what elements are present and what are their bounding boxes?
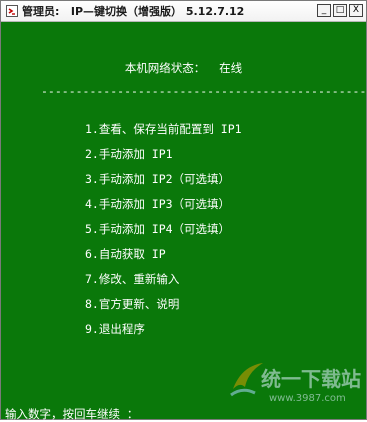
menu-item-6: 6.自动获取 IP — [85, 247, 166, 261]
title-bar[interactable]: 管理员: IP—键切换（增强版） 5.12.7.12 _ □ X — [1, 1, 366, 22]
console-output[interactable]: 本机网络状态： 在线 -----------------------------… — [1, 22, 367, 421]
maximize-button[interactable]: □ — [333, 4, 347, 17]
menu-item-2: 2.手动添加 IP1 — [85, 147, 173, 161]
window-title: 管理员: IP—键切换（增强版） 5.12.7.12 — [22, 5, 245, 18]
close-button[interactable]: X — [349, 4, 363, 17]
menu-item-5: 5.手动添加 IP4（可选填） — [85, 222, 231, 236]
menu-item-4: 4.手动添加 IP3（可选填） — [85, 197, 231, 211]
option-menu: 1.查看、保存当前配置到 IP1 2.手动添加 IP1 3.手动添加 IP2（可… — [85, 122, 242, 347]
menu-item-9: 9.退出程序 — [85, 322, 145, 336]
menu-item-3: 3.手动添加 IP2（可选填） — [85, 172, 231, 186]
menu-item-7: 7.修改、重新输入 — [85, 272, 180, 286]
menu-item-1: 1.查看、保存当前配置到 IP1 — [85, 122, 242, 136]
window-controls: _ □ X — [317, 4, 363, 17]
console-window: 管理员: IP—键切换（增强版） 5.12.7.12 _ □ X 本机网络状态：… — [0, 0, 367, 421]
minimize-button[interactable]: _ — [317, 4, 331, 17]
network-status-line: 本机网络状态： 在线 — [124, 61, 243, 75]
divider-line: ----------------------------------------… — [41, 84, 367, 98]
menu-item-8: 8.官方更新、说明 — [85, 297, 180, 311]
cmd-window-icon[interactable] — [5, 4, 19, 18]
